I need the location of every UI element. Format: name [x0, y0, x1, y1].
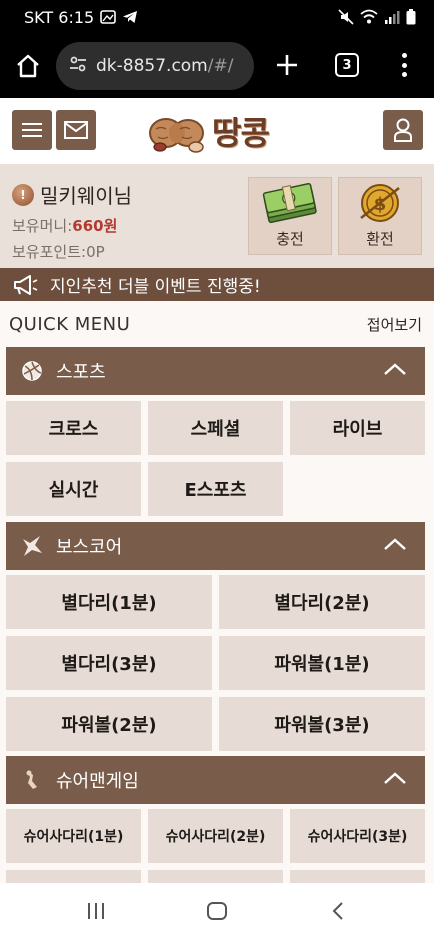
carrier-time: SKT 6:15 [24, 7, 95, 27]
site-logo[interactable]: 땅콩 [146, 104, 286, 158]
money-row: 보유머니:660원 [12, 215, 117, 236]
money-value: 660원 [72, 217, 118, 235]
telegram-icon [122, 9, 138, 25]
browser-toolbar: dk-8857.com/#/ 3 [0, 34, 434, 98]
menu-item-sureladder-2[interactable]: 슈어사다리(2분) [148, 809, 283, 863]
notice-text: 지인추천 더블 이벤트 진행중! [50, 277, 261, 297]
battery-icon [406, 9, 416, 25]
exchange-label: 환전 [366, 230, 394, 248]
category-sports-title: 스포츠 [56, 362, 106, 383]
notice-bar[interactable]: 지인추천 더블 이벤트 진행중! [0, 268, 434, 301]
menu-item-special[interactable]: 스페셜 [148, 401, 283, 455]
home-icon [17, 54, 39, 78]
menu-item-powerball-2[interactable]: 파워볼(2분) [6, 697, 212, 751]
home-button[interactable] [0, 53, 56, 79]
user-name: 밀키웨이님 [40, 184, 132, 208]
chevron-up-icon [384, 363, 406, 375]
site-header: 땅콩 [0, 98, 434, 164]
menu-item-stardari-3[interactable]: 별다리(3분) [6, 636, 212, 690]
site-settings-icon[interactable] [68, 54, 88, 79]
category-boscore-header[interactable]: 보스코어 [6, 522, 425, 570]
menu-item-live[interactable]: 라이브 [290, 401, 425, 455]
gallery-notification-icon [100, 9, 117, 25]
url-path: /#/ [207, 56, 234, 76]
url-domain: dk-8857.com [96, 56, 208, 76]
points-row: 보유포인트:0P [12, 241, 105, 262]
menu-item-cross[interactable]: 크로스 [6, 401, 141, 455]
cash-stack-icon [262, 182, 317, 224]
logo-text: 땅콩 [212, 114, 270, 152]
quick-menu-title: QUICK MENU [9, 313, 131, 335]
plus-icon [277, 55, 297, 75]
menu-item-powerball-1[interactable]: 파워볼(1분) [219, 636, 425, 690]
menu-item-partial[interactable] [6, 870, 141, 883]
sureman-icon [20, 768, 44, 792]
mute-icon [338, 9, 354, 25]
new-tab-button[interactable] [272, 50, 302, 80]
points-label: 보유포인트: [12, 243, 87, 261]
quick-menu-content: 스포츠 크로스 스페셜 라이브 실시간 E스포츠 보스코어 별다리(1분) 별다… [0, 347, 434, 883]
coin-exchange-icon: $ [360, 184, 400, 222]
category-sureman-header[interactable]: 슈어맨게임 [6, 756, 425, 804]
menu-item-powerball-3[interactable]: 파워볼(3분) [219, 697, 425, 751]
fold-toggle-button[interactable]: 접어보기 [367, 314, 422, 335]
menu-item-sureladder-3[interactable]: 슈어사다리(3분) [290, 809, 425, 863]
more-options-icon[interactable] [396, 50, 412, 80]
system-navigation-bar [0, 883, 434, 940]
exchange-button[interactable]: $ 환전 [338, 177, 422, 255]
user-name-row: ! 밀키웨이님 [12, 180, 132, 209]
url-text: dk-8857.com/#/ [96, 56, 233, 76]
tab-switcher-button[interactable]: 3 [335, 53, 359, 77]
status-right [338, 9, 416, 25]
wifi-icon [360, 9, 378, 25]
charge-button[interactable]: 충전 [248, 177, 332, 255]
message-button[interactable] [56, 110, 96, 150]
menu-item-stardari-2[interactable]: 별다리(2분) [219, 575, 425, 629]
level-badge-icon: ! [12, 183, 34, 206]
home-nav-icon[interactable] [206, 901, 228, 925]
menu-item-partial[interactable] [290, 870, 425, 883]
category-sureman-title: 슈어맨게임 [56, 771, 139, 792]
chevron-up-icon [384, 538, 406, 550]
points-value: 0P [86, 243, 105, 261]
user-icon [394, 118, 412, 142]
mail-icon [64, 121, 88, 139]
star-icon [20, 534, 44, 558]
back-icon[interactable] [330, 901, 346, 925]
hamburger-menu-button[interactable] [12, 110, 52, 150]
menu-item-esports[interactable]: E스포츠 [148, 462, 283, 516]
status-left: SKT 6:15 [24, 8, 138, 27]
chevron-up-icon [384, 772, 406, 784]
account-button[interactable] [383, 110, 423, 150]
megaphone-icon [14, 274, 38, 295]
signal-icon [384, 9, 400, 25]
user-info-panel: ! 밀키웨이님 보유머니:660원 보유포인트:0P 충전 $ 환전 [0, 164, 434, 268]
menu-item-sureladder-1[interactable]: 슈어사다리(1분) [6, 809, 141, 863]
recent-apps-icon[interactable] [86, 901, 106, 925]
charge-label: 충전 [276, 230, 304, 248]
address-bar[interactable]: dk-8857.com/#/ [56, 42, 254, 90]
menu-item-stardari-1[interactable]: 별다리(1분) [6, 575, 212, 629]
quick-menu-header: QUICK MENU 접어보기 [0, 301, 434, 347]
money-label: 보유머니: [12, 217, 73, 235]
hamburger-icon [22, 123, 42, 137]
volleyball-icon [20, 359, 44, 383]
menu-item-partial[interactable] [148, 870, 283, 883]
peanut-icon [149, 118, 204, 153]
category-boscore-title: 보스코어 [56, 537, 123, 558]
status-bar: SKT 6:15 [0, 0, 434, 34]
menu-item-realtime[interactable]: 실시간 [6, 462, 141, 516]
category-sports-header[interactable]: 스포츠 [6, 347, 425, 395]
